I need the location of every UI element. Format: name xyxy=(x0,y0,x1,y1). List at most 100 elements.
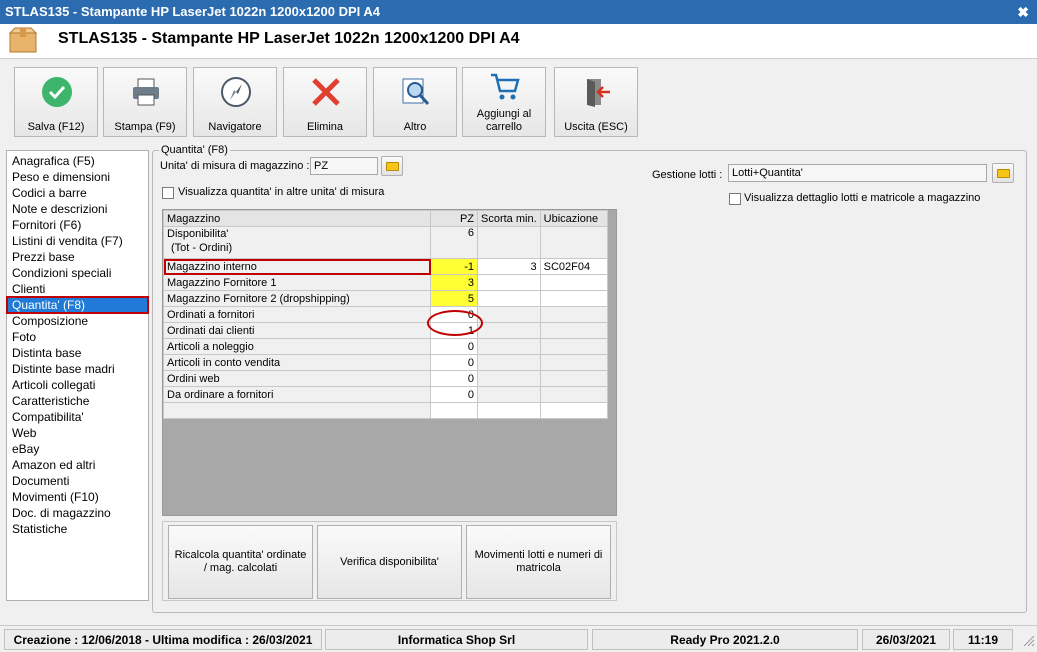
warehouse-name-cell[interactable]: Da ordinare a fornitori xyxy=(163,386,431,403)
col-header-warehouse[interactable]: Magazzino xyxy=(163,210,431,227)
location-cell[interactable] xyxy=(539,274,608,291)
nav-item[interactable]: Listini di vendita (F7) xyxy=(7,233,148,249)
lot-movements-button[interactable]: Movimenti lotti e numeri di matricola xyxy=(466,525,611,599)
table-row[interactable]: Magazzino interno -1 3 SC02F04 xyxy=(163,258,608,275)
nav-item[interactable]: Documenti xyxy=(7,473,148,489)
nav-item[interactable]: Peso e dimensioni xyxy=(7,169,148,185)
nav-item[interactable]: Caratteristiche xyxy=(7,393,148,409)
warehouse-name-cell[interactable]: Ordinati dai clienti xyxy=(163,322,431,339)
location-cell[interactable] xyxy=(539,290,608,307)
nav-item[interactable]: eBay xyxy=(7,441,148,457)
recalc-button[interactable]: Ricalcola quantita' ordinate / mag. calc… xyxy=(168,525,313,599)
warehouse-name-cell[interactable]: Articoli a noleggio xyxy=(163,338,431,355)
min-stock-cell[interactable] xyxy=(477,322,541,339)
nav-item[interactable]: Fornitori (F6) xyxy=(7,217,148,233)
delete-button[interactable]: Elimina xyxy=(283,67,367,137)
other-button[interactable]: Altro xyxy=(373,67,457,137)
pz-cell[interactable]: 0 xyxy=(430,338,478,355)
verify-availability-button[interactable]: Verifica disponibilita' xyxy=(317,525,462,599)
table-row[interactable]: Ordinati dai clienti 1 xyxy=(163,322,608,339)
availability-row[interactable]: Disponibilita' (Tot - Ordini) 6 xyxy=(163,226,608,259)
location-cell[interactable] xyxy=(539,322,608,339)
pz-cell[interactable]: 3 xyxy=(430,274,478,291)
pz-cell[interactable]: -1 xyxy=(430,258,478,275)
nav-item[interactable]: Articoli collegati xyxy=(7,377,148,393)
min-stock-cell[interactable] xyxy=(477,370,541,387)
location-cell[interactable] xyxy=(539,354,608,371)
exit-button[interactable]: Uscita (ESC) xyxy=(554,67,638,137)
location-cell[interactable] xyxy=(539,402,608,419)
table-row[interactable]: Articoli a noleggio 0 xyxy=(163,338,608,355)
pz-cell[interactable]: 0 xyxy=(430,354,478,371)
pz-cell[interactable]: 0 xyxy=(430,370,478,387)
warehouse-name-cell[interactable]: Articoli in conto vendita xyxy=(163,354,431,371)
section-nav: Anagrafica (F5) Peso e dimensioni Codici a… xyxy=(6,150,149,601)
add-to-cart-button[interactable]: Aggiungi al carrello xyxy=(462,67,546,137)
availability-label: Disponibilita' (Tot - Ordini) xyxy=(163,226,431,259)
navigator-button[interactable]: Navigatore xyxy=(193,67,277,137)
nav-item[interactable]: Condizioni speciali xyxy=(7,265,148,281)
nav-item[interactable]: Anagrafica (F5) xyxy=(7,153,148,169)
warehouse-name-cell[interactable] xyxy=(163,402,431,419)
location-cell[interactable] xyxy=(539,306,608,323)
table-row[interactable]: Ordini web 0 xyxy=(163,370,608,387)
nav-item[interactable]: Distinta base xyxy=(7,345,148,361)
col-header-min-stock[interactable]: Scorta min. xyxy=(477,210,541,227)
min-stock-cell[interactable] xyxy=(477,290,541,307)
table-row[interactable]: Da ordinare a fornitori 0 xyxy=(163,386,608,403)
lots-browse-button[interactable] xyxy=(992,163,1014,183)
location-cell[interactable] xyxy=(539,386,608,403)
pz-cell[interactable]: 0 xyxy=(430,386,478,403)
lots-field[interactable]: Lotti+Quantita' xyxy=(728,164,987,182)
warehouse-name-cell[interactable]: Magazzino interno xyxy=(163,258,431,275)
nav-item[interactable]: Statistiche xyxy=(7,521,148,537)
pz-cell[interactable]: 5 xyxy=(430,290,478,307)
pz-cell[interactable] xyxy=(430,402,478,419)
nav-item[interactable]: Amazon ed altri xyxy=(7,457,148,473)
table-row[interactable]: Articoli in conto vendita 0 xyxy=(163,354,608,371)
col-header-pz[interactable]: PZ xyxy=(430,210,478,227)
min-stock-cell[interactable] xyxy=(477,386,541,403)
cart-icon xyxy=(491,73,520,100)
unit-browse-button[interactable] xyxy=(381,156,403,176)
show-other-units-checkbox[interactable] xyxy=(162,187,174,199)
nav-item[interactable]: Foto xyxy=(7,329,148,345)
folder-icon xyxy=(997,169,1010,178)
nav-item[interactable]: Composizione xyxy=(7,313,148,329)
table-row[interactable]: Magazzino Fornitore 13 xyxy=(163,274,608,291)
resize-grip-icon[interactable] xyxy=(1021,633,1035,647)
min-stock-cell[interactable]: 3 xyxy=(477,258,541,275)
nav-item[interactable]: Movimenti (F10) xyxy=(7,489,148,505)
min-stock-cell[interactable] xyxy=(477,402,541,419)
nav-item[interactable]: Prezzi base xyxy=(7,249,148,265)
close-icon[interactable]: ✖ xyxy=(1017,0,1029,24)
save-button[interactable]: Salva (F12) xyxy=(14,67,98,137)
nav-item[interactable]: Codici a barre xyxy=(7,185,148,201)
warehouse-name-cell[interactable]: Magazzino Fornitore 2 (dropshipping) xyxy=(163,290,431,307)
location-cell[interactable] xyxy=(539,338,608,355)
nav-item[interactable]: Doc. di magazzino xyxy=(7,505,148,521)
nav-item[interactable]: Clienti xyxy=(7,281,148,297)
nav-item[interactable]: Compatibilita' xyxy=(7,409,148,425)
min-stock-cell[interactable] xyxy=(477,338,541,355)
checkmark-icon xyxy=(42,77,72,107)
location-cell[interactable] xyxy=(539,370,608,387)
lots-detail-checkbox[interactable] xyxy=(729,193,741,205)
table-row[interactable]: Magazzino Fornitore 2 (dropshipping) 5 xyxy=(163,290,608,307)
col-header-location[interactable]: Ubicazione xyxy=(539,210,608,227)
min-stock-cell[interactable] xyxy=(477,274,541,291)
table-row[interactable] xyxy=(163,402,608,419)
nav-item[interactable]: Note e descrizioni xyxy=(7,201,148,217)
min-stock-cell[interactable] xyxy=(477,354,541,371)
unit-field[interactable]: PZ xyxy=(310,157,378,175)
nav-item[interactable]: Quantita' (F8) xyxy=(6,296,149,314)
warehouse-name-cell[interactable]: Magazzino Fornitore 1 xyxy=(163,274,431,291)
nav-item[interactable]: Web xyxy=(7,425,148,441)
warehouse-name-cell[interactable]: Ordini web xyxy=(163,370,431,387)
warehouse-name-cell[interactable]: Ordinati a fornitori xyxy=(163,306,431,323)
print-button[interactable]: Stampa (F9) xyxy=(103,67,187,137)
table-row[interactable]: Ordinati a fornitori 0 xyxy=(163,306,608,323)
location-cell[interactable]: SC02F04 xyxy=(539,258,608,275)
nav-item[interactable]: Distinte base madri xyxy=(7,361,148,377)
min-stock-cell[interactable] xyxy=(477,306,541,323)
